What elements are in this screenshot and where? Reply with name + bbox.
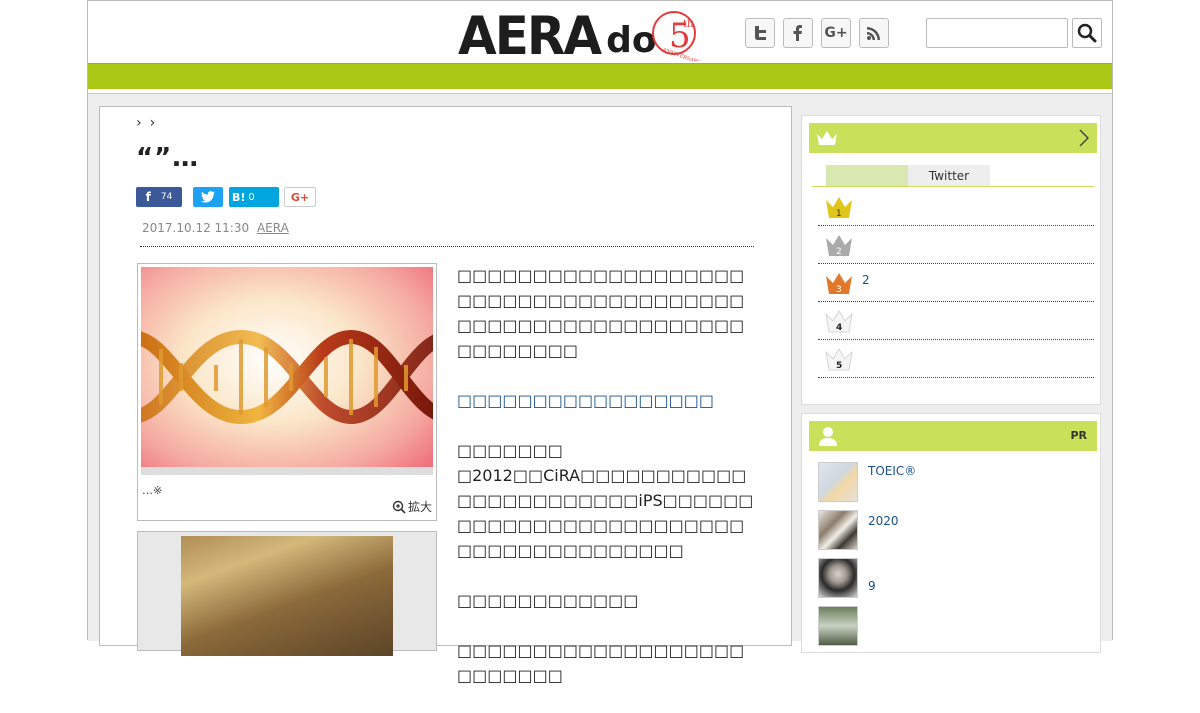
ranking-header (809, 123, 1097, 153)
rank-3-number: 3 (836, 285, 842, 295)
crown-icon (817, 131, 837, 145)
search-input[interactable] (926, 18, 1068, 48)
tab-ranking-access[interactable] (826, 165, 908, 186)
tab-underline (812, 186, 1094, 187)
facebook-share-count: 74 (160, 192, 173, 202)
ranking-tabs: Twitter (826, 165, 990, 186)
pr-thumbnail (818, 558, 858, 598)
facebook-share-icon: f (145, 190, 151, 204)
site-logo[interactable]: AERA dot. 5 th ANNIVERSARY (458, 5, 701, 67)
pr-item[interactable]: TOEIC® (818, 462, 1094, 506)
rss-button[interactable] (859, 18, 889, 48)
twitter-button[interactable] (745, 18, 775, 48)
pr-item[interactable] (818, 606, 1094, 650)
rank-1-crown-icon: 1 (826, 197, 852, 219)
breadcrumb-sep-2[interactable]: › (150, 115, 156, 131)
pr-thumbnail (818, 606, 858, 646)
article-paragraph: □□□□□□□□□□□□□□□□□□□□□□□□□□ (457, 641, 745, 685)
rank-2-crown-icon: 2 (826, 235, 852, 257)
main-photo-frame: …※ 拡大 (137, 263, 437, 521)
article-subheading: □□□□□□□ (457, 441, 563, 460)
facebook-icon (793, 25, 802, 41)
google-plus-button[interactable]: G+ (821, 18, 851, 48)
article-paragraph: □□□□□□□□□□□□□□□□□□□□□□□□□□□□□□□□□□□□□□□□… (457, 266, 745, 360)
google-plus-share-icon: G+ (290, 190, 310, 204)
site-header: AERA dot. 5 th ANNIVERSARY G+ (88, 1, 1112, 63)
rank-4-number: 4 (836, 323, 842, 333)
article-panel: › › “”… f 74 B! 0 G+ 2017.10.12 11:30 AE… (99, 106, 792, 685)
article-paragraph-text: □2012□□CiRA□□□□□□□□□□□□□□□□□□□□□□□iPS□□□… (457, 466, 754, 560)
pr-label: PR (1070, 429, 1087, 442)
google-plus-icon: G+ (824, 25, 848, 41)
zoom-label: 拡大 (407, 500, 432, 514)
rank-2-number: 2 (836, 247, 842, 257)
global-nav-bar (88, 63, 1112, 89)
twitter-share-button[interactable] (193, 187, 223, 207)
search-icon (1077, 23, 1097, 43)
second-photo-frame (137, 531, 437, 656)
pr-item-text: 2020 (868, 514, 899, 528)
person-icon (819, 427, 837, 446)
article-meta: 2017.10.12 11:30 AERA (142, 221, 289, 235)
tab-ranking-twitter[interactable]: Twitter (908, 165, 990, 186)
ranking-item[interactable]: 4 (818, 302, 1094, 340)
pr-item[interactable]: 9 (818, 558, 1094, 602)
anniversary-badge-icon: 5 th ANNIVERSARY (652, 11, 701, 61)
dna-helix-image (141, 267, 433, 475)
article-body: □□□□□□□□□□□□□□□□□□□□□□□□□□□□□□□□□□□□□□□□… (457, 263, 757, 713)
rank-5-crown-icon: 5 (825, 348, 853, 371)
rss-icon (867, 27, 880, 40)
ranking-item[interactable]: 1 (818, 188, 1094, 226)
second-photo[interactable] (181, 536, 393, 656)
publish-date: 2017.10.12 11:30 (142, 221, 250, 235)
rank-4-crown-icon: 4 (825, 310, 853, 333)
zoom-in-icon (392, 500, 406, 514)
ranking-panel: Twitter 1 2 3 2 4 5 (801, 115, 1101, 405)
ranking-item[interactable]: 2 (818, 226, 1094, 264)
ranking-item[interactable]: 5 (818, 340, 1094, 378)
article-paragraph: □□□□□□□ □2012□□CiRA□□□□□□□□□□□□□□□□□□□□□□… (457, 438, 757, 563)
chevron-right-icon[interactable] (1079, 129, 1089, 147)
divider (140, 246, 754, 247)
badge-suffix: th (683, 19, 694, 30)
ranking-item-text: 2 (862, 273, 870, 287)
dna-helix-photo[interactable] (141, 267, 433, 475)
article-title: “”… (136, 143, 200, 173)
facebook-button[interactable] (783, 18, 813, 48)
pr-thumbnail (818, 462, 858, 502)
pr-thumbnail (818, 510, 858, 550)
rank-3-crown-icon: 3 (826, 273, 852, 295)
article-paragraph: □□□□□□□□□□□□ (457, 591, 639, 610)
article-related-link[interactable]: □□□□□□□□□□□□□□□□□ (457, 388, 757, 413)
zoom-link[interactable]: 拡大 (392, 498, 432, 515)
hatena-bookmark-button[interactable]: B! 0 (229, 187, 279, 207)
twitter-share-icon (201, 191, 215, 203)
hatena-count: 0 (248, 191, 255, 203)
breadcrumb: › › (136, 115, 155, 131)
breadcrumb-sep-1[interactable]: › (136, 115, 142, 131)
hatena-icon: B! (232, 190, 246, 204)
twitter-icon (755, 26, 766, 40)
photo-caption: …※ (142, 484, 163, 497)
pr-item-text: 9 (868, 579, 876, 593)
rank-1-number: 1 (836, 209, 842, 219)
ranking-item[interactable]: 3 2 (818, 264, 1094, 302)
pr-item[interactable]: 2020 (818, 510, 1094, 554)
google-plus-share-button[interactable]: G+ (284, 187, 316, 207)
search-button[interactable] (1072, 18, 1102, 48)
page-frame: AERA dot. 5 th ANNIVERSARY G+ (87, 0, 1113, 685)
source-link[interactable]: AERA (257, 221, 289, 235)
pr-header: PR (809, 421, 1097, 451)
facebook-share-button[interactable]: f 74 (136, 187, 182, 207)
logo-aera-text: AERA (458, 5, 602, 67)
pr-panel: PR TOEIC® 2020 9 (801, 413, 1101, 653)
pr-item-text: TOEIC® (868, 464, 917, 478)
rank-5-number: 5 (836, 361, 842, 371)
